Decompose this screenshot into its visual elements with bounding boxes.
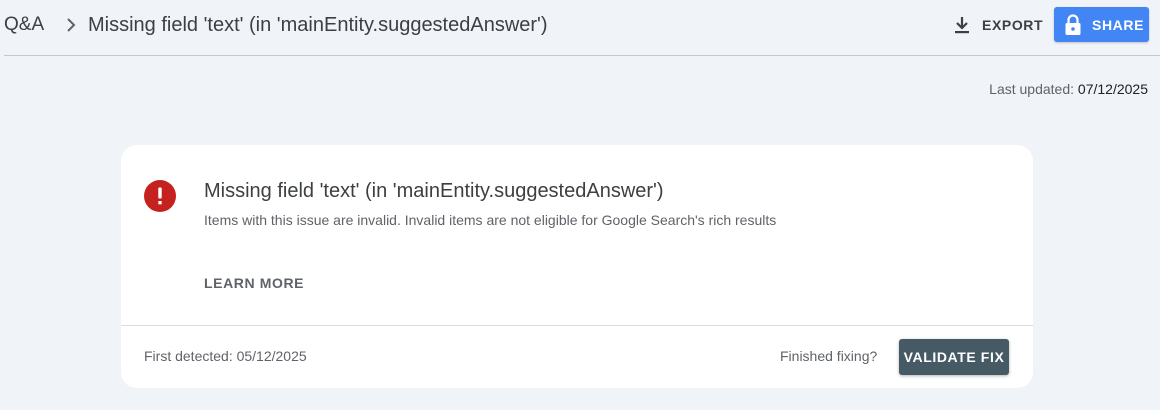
issue-card: Missing field 'text' (in 'mainEntity.sug… (121, 145, 1033, 388)
export-button[interactable]: EXPORT (948, 9, 1044, 41)
validate-fix-button[interactable]: VALIDATE FIX (899, 339, 1009, 375)
card-divider (121, 325, 1033, 326)
last-updated: Last updated: 07/12/2025 (989, 81, 1148, 97)
last-updated-value: 07/12/2025 (1077, 81, 1148, 97)
breadcrumb-root[interactable]: Q&A (4, 14, 44, 36)
error-icon (144, 180, 176, 212)
share-label: SHARE (1092, 16, 1145, 33)
lock-icon (1065, 13, 1081, 35)
chevron-right-icon (67, 18, 76, 32)
download-icon (955, 17, 969, 34)
finished-fixing-label: Finished fixing? (780, 348, 878, 364)
last-updated-label: Last updated: (989, 81, 1078, 97)
export-label: EXPORT (982, 17, 1044, 33)
issue-description: Items with this issue are invalid. Inval… (204, 212, 777, 228)
page-title: Missing field 'text' (in 'mainEntity.sug… (88, 14, 548, 36)
issue-title: Missing field 'text' (in 'mainEntity.sug… (204, 180, 664, 202)
learn-more-link[interactable]: LEARN MORE (204, 275, 304, 291)
share-button[interactable]: SHARE (1054, 7, 1149, 42)
first-detected: First detected: 05/12/2025 (144, 348, 307, 364)
